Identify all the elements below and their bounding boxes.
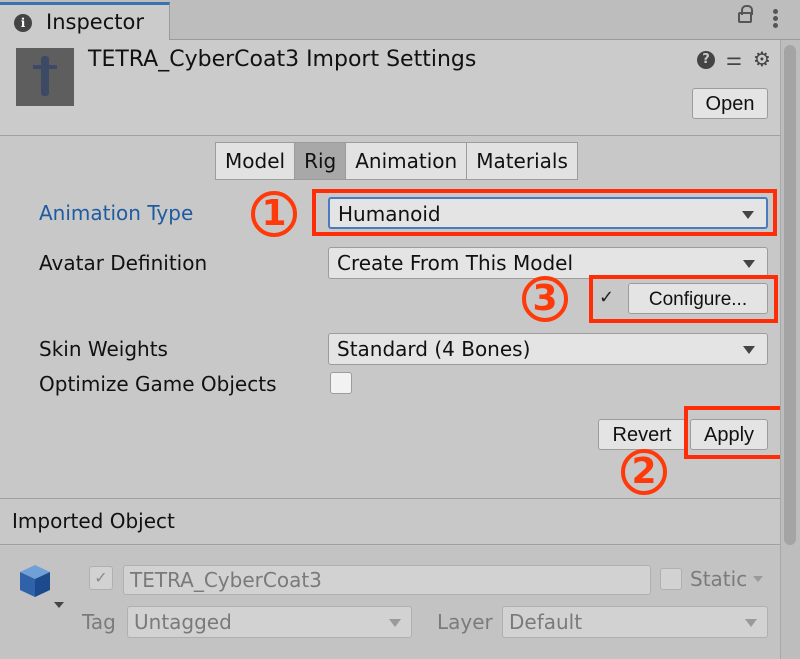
tab-animation[interactable]: Animation bbox=[345, 142, 468, 180]
dropdown-arrow-icon bbox=[743, 260, 755, 268]
lock-icon[interactable] bbox=[738, 5, 753, 23]
tab-inspector-label: Inspector bbox=[46, 10, 144, 34]
avatar-definition-value: Create From This Model bbox=[337, 251, 573, 275]
optimize-game-objects-checkbox[interactable] bbox=[330, 372, 352, 394]
cube-icon bbox=[18, 563, 52, 599]
page-title: TETRA_CyberCoat3 Import Settings bbox=[88, 47, 477, 72]
sliders-icon[interactable]: ⚌ bbox=[724, 51, 744, 69]
open-button[interactable]: Open bbox=[692, 88, 768, 119]
model-thumbnail bbox=[16, 48, 74, 106]
info-icon: i bbox=[14, 14, 32, 32]
tab-materials[interactable]: Materials bbox=[466, 142, 578, 180]
active-toggle-checkbox[interactable]: ✓ bbox=[89, 566, 113, 590]
annotation-marker-3: 3 bbox=[522, 276, 568, 322]
tag-value: Untagged bbox=[134, 610, 232, 634]
tab-inspector[interactable]: i Inspector bbox=[0, 2, 170, 40]
kebab-menu-icon[interactable] bbox=[773, 9, 779, 33]
layer-dropdown[interactable]: Default bbox=[502, 606, 768, 638]
dropdown-arrow-icon bbox=[742, 211, 754, 219]
imported-object-panel bbox=[0, 546, 780, 659]
tag-label: Tag bbox=[82, 610, 116, 634]
avatar-definition-label: Avatar Definition bbox=[39, 251, 208, 275]
gear-icon[interactable]: ⚙ bbox=[752, 49, 772, 69]
help-icon[interactable]: ? bbox=[697, 51, 715, 69]
configure-button[interactable]: Configure... bbox=[628, 283, 768, 314]
cube-dropdown-arrow-icon[interactable] bbox=[54, 602, 64, 608]
dropdown-arrow-icon bbox=[389, 619, 401, 627]
annotation-marker-1: 1 bbox=[251, 191, 297, 237]
import-tabs: Model Rig Animation Materials bbox=[215, 142, 578, 182]
configure-check-icon: ✓ bbox=[599, 287, 615, 308]
tag-dropdown[interactable]: Untagged bbox=[127, 606, 412, 638]
animation-type-label: Animation Type bbox=[39, 201, 194, 225]
tab-model[interactable]: Model bbox=[215, 142, 296, 180]
animation-type-value: Humanoid bbox=[338, 202, 441, 226]
layer-label: Layer bbox=[437, 610, 493, 634]
static-dropdown-arrow-icon[interactable] bbox=[753, 576, 763, 582]
dropdown-arrow-icon bbox=[745, 619, 757, 627]
annotation-marker-2: 2 bbox=[621, 449, 667, 495]
skin-weights-dropdown[interactable]: Standard (4 Bones) bbox=[328, 333, 768, 365]
animation-type-dropdown[interactable]: Humanoid bbox=[328, 197, 768, 229]
static-label: Static bbox=[690, 567, 748, 591]
object-name-field[interactable]: TETRA_CyberCoat3 bbox=[123, 565, 651, 595]
skin-weights-value: Standard (4 Bones) bbox=[337, 337, 531, 361]
layer-value: Default bbox=[509, 610, 583, 634]
apply-button[interactable]: Apply bbox=[690, 419, 768, 450]
static-checkbox[interactable] bbox=[660, 568, 682, 590]
skin-weights-label: Skin Weights bbox=[39, 337, 168, 361]
tab-rig[interactable]: Rig bbox=[294, 142, 347, 180]
revert-button[interactable]: Revert bbox=[598, 419, 686, 450]
imported-object-title: Imported Object bbox=[12, 509, 175, 533]
scrollbar-thumb[interactable] bbox=[784, 45, 796, 545]
dropdown-arrow-icon bbox=[743, 346, 755, 354]
optimize-game-objects-label: Optimize Game Objects bbox=[39, 372, 277, 396]
